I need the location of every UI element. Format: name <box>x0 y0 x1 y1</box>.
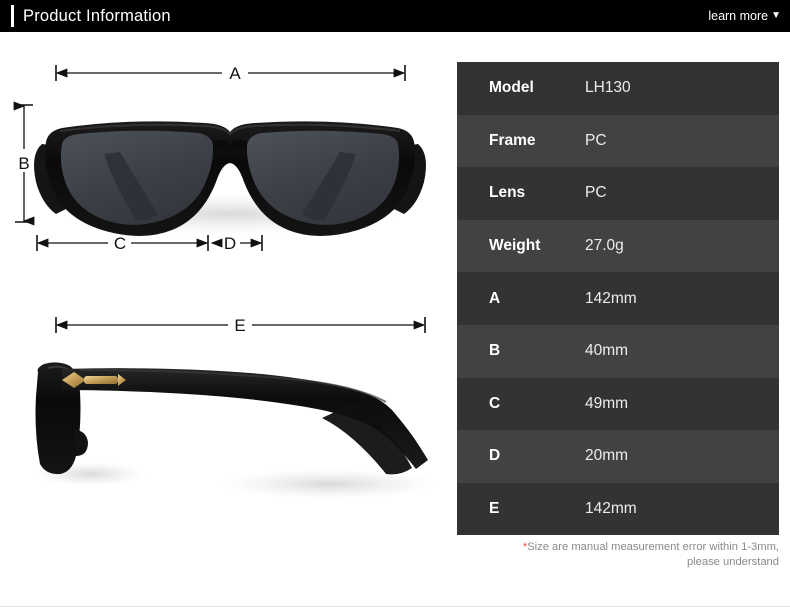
sunglasses-dimension-diagram: A B C D E <box>13 64 445 500</box>
table-row: Frame PC <box>457 114 779 168</box>
spec-value: 142mm <box>585 289 637 307</box>
spec-label: E <box>489 500 500 518</box>
learn-more-button[interactable]: learn more ▼ <box>708 8 781 24</box>
sunglasses-front-view <box>34 121 426 236</box>
spec-label: Lens <box>489 184 526 202</box>
spec-value: PC <box>585 184 607 202</box>
measurement-disclaimer: *Size are manual measurement error withi… <box>457 540 779 570</box>
header-accent-bar <box>11 5 14 27</box>
table-row: C 49mm <box>457 377 779 431</box>
svg-text:E: E <box>234 316 245 335</box>
table-row: Model LH130 <box>457 62 779 115</box>
spec-value: 49mm <box>585 394 629 412</box>
spec-value: LH130 <box>585 79 631 97</box>
svg-text:D: D <box>224 234 236 253</box>
header-bar: Product Information learn more ▼ <box>0 0 790 32</box>
svg-text:B: B <box>18 154 29 173</box>
disclaimer-line-2: please understand <box>686 556 779 568</box>
spec-label: A <box>489 289 501 307</box>
dimension-arrow-b: B <box>13 101 35 226</box>
chevron-down-icon: ▼ <box>771 10 781 21</box>
spec-label: Model <box>489 79 534 97</box>
spec-value: 142mm <box>585 500 637 518</box>
svg-text:C: C <box>114 234 126 253</box>
spec-label: Frame <box>489 131 536 149</box>
product-diagram-panel: A B C D E <box>0 32 450 607</box>
table-row: E 142mm <box>457 482 779 536</box>
spec-label: C <box>489 394 501 412</box>
sunglasses-side-view <box>30 362 445 500</box>
spec-table: Model LH130 Frame PC Lens PC Weight 27.0… <box>457 62 779 536</box>
dimension-arrow-d: D <box>210 234 263 253</box>
spec-value: 40mm <box>585 342 629 360</box>
spec-value: 27.0g <box>585 237 624 255</box>
table-row: A 142mm <box>457 272 779 325</box>
spec-value: 20mm <box>585 447 629 465</box>
dimension-arrow-c: C <box>36 234 209 253</box>
spec-value: PC <box>585 131 607 149</box>
page-title: Product Information <box>23 7 171 25</box>
spec-label: Weight <box>489 237 541 255</box>
disclaimer-line-1: Size are manual measurement error within… <box>527 541 779 553</box>
learn-more-label: learn more <box>708 9 769 23</box>
svg-text:A: A <box>229 64 241 83</box>
table-row: Lens PC <box>457 167 779 220</box>
table-row: Weight 27.0g <box>457 219 779 273</box>
table-row: B 40mm <box>457 324 779 378</box>
dimension-arrow-a: A <box>55 64 406 83</box>
table-row: D 20mm <box>457 430 779 483</box>
dimension-arrow-e: E <box>55 316 426 335</box>
spec-label: D <box>489 447 501 465</box>
spec-label: B <box>489 342 501 360</box>
